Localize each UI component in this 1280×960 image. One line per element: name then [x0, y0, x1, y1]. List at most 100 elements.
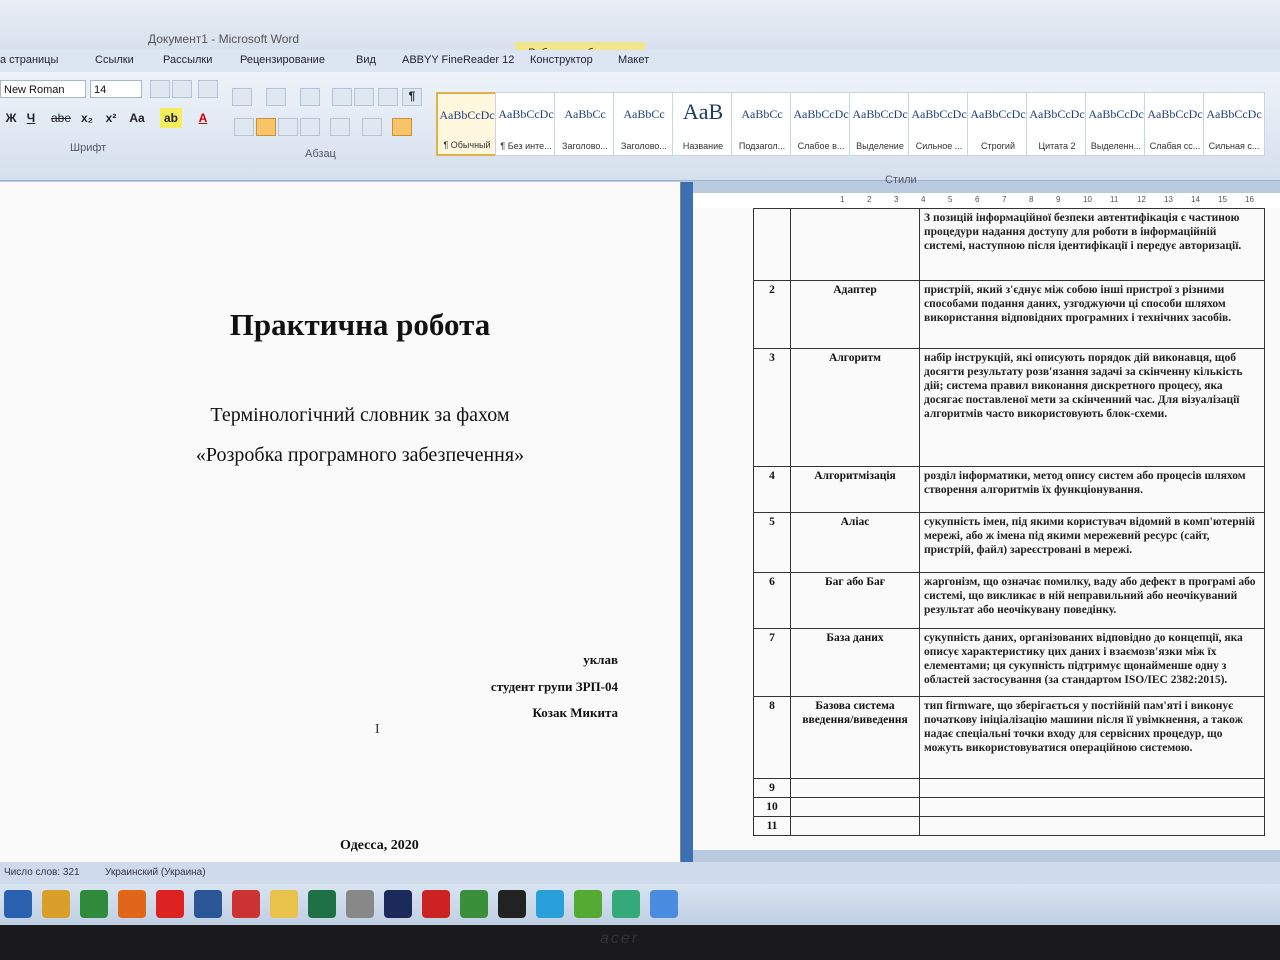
superscript-button[interactable]: x²: [100, 108, 122, 128]
miro-icon[interactable]: [498, 890, 526, 918]
tab-view[interactable]: Вид: [356, 54, 376, 66]
table-cell-term[interactable]: База даних: [790, 628, 920, 697]
table-cell-def[interactable]: [919, 797, 1265, 817]
file-icon[interactable]: [346, 890, 374, 918]
increase-indent-button[interactable]: [354, 88, 374, 106]
tab-abbyy[interactable]: ABBYY FineReader 12: [402, 54, 514, 66]
font-name-field[interactable]: New Roman: [0, 80, 86, 98]
chrome-icon[interactable]: [42, 890, 70, 918]
style-item[interactable]: AaBbCcDc Сильное ...: [908, 92, 970, 156]
show-marks-button[interactable]: ¶: [402, 88, 422, 106]
table-cell-num[interactable]: 2: [753, 280, 791, 349]
highlight-button[interactable]: ab: [160, 108, 182, 128]
line-spacing-button[interactable]: [330, 118, 350, 136]
xls-icon[interactable]: [308, 890, 336, 918]
app4-icon[interactable]: [612, 890, 640, 918]
align-right-button[interactable]: [278, 118, 298, 136]
multilevel-list-button[interactable]: [300, 88, 320, 106]
table-cell-num[interactable]: 10: [753, 797, 791, 817]
table-cell-term[interactable]: Алгоритмізація: [790, 466, 920, 513]
table-cell-def[interactable]: З позицій інформаційної безпеки автентиф…: [919, 208, 1265, 281]
align-center-button[interactable]: [256, 118, 276, 136]
borders-button[interactable]: [392, 118, 412, 136]
style-item[interactable]: AaBbCc Заголово...: [613, 92, 675, 156]
table-cell-term[interactable]: Адаптер: [790, 280, 920, 349]
table-cell-num[interactable]: 7: [753, 628, 791, 697]
opera-icon[interactable]: [156, 890, 184, 918]
table-cell-def[interactable]: сукупність даних, організованих відповід…: [919, 628, 1265, 697]
table-cell-def[interactable]: набір інструкцій, які описують порядок д…: [919, 348, 1265, 467]
align-left-button[interactable]: [234, 118, 254, 136]
style-item[interactable]: AaB Название: [672, 92, 734, 156]
table-cell-term[interactable]: Баг або Бағ: [790, 572, 920, 629]
justify-button[interactable]: [300, 118, 320, 136]
telegram-icon[interactable]: [536, 890, 564, 918]
style-item[interactable]: AaBbCcDc Строгий: [967, 92, 1029, 156]
subscript-button[interactable]: x₂: [76, 108, 98, 128]
table-cell-term[interactable]: Алгоритм: [790, 348, 920, 467]
tab-design[interactable]: Конструктор: [530, 54, 593, 66]
style-item[interactable]: AaBbCcDc Выделенн...: [1085, 92, 1147, 156]
excel-icon[interactable]: [80, 890, 108, 918]
horizontal-ruler[interactable]: 1 2 3 4 5 6 7 8 9 10 11 12 13 14 15 16: [690, 193, 1280, 209]
language-indicator[interactable]: Украинский (Украина): [105, 867, 206, 878]
style-item[interactable]: AaBbCcDc ¶ Обычный: [436, 92, 498, 156]
table-cell-def[interactable]: [919, 778, 1265, 798]
table-cell-def[interactable]: жаргонізм, що означає помилку, ваду або …: [919, 572, 1265, 629]
app2-icon[interactable]: [460, 890, 488, 918]
style-item[interactable]: AaBbCcDc Цитата 2: [1026, 92, 1088, 156]
strikethrough-button[interactable]: abe: [50, 108, 72, 128]
app5-icon[interactable]: [650, 890, 678, 918]
tab-review[interactable]: Рецензирование: [240, 54, 325, 66]
table-cell-num[interactable]: 5: [753, 512, 791, 573]
tab-mailings[interactable]: Рассылки: [163, 54, 212, 66]
table-cell-term[interactable]: [790, 816, 920, 836]
tab-references[interactable]: Ссылки: [95, 54, 134, 66]
table-cell-def[interactable]: пристрій, який з'єднує між собою інші пр…: [919, 280, 1265, 349]
table-cell-term[interactable]: [790, 778, 920, 798]
font-size-field[interactable]: 14: [90, 80, 142, 98]
shading-button[interactable]: [362, 118, 382, 136]
table-cell-def[interactable]: тип firmware, що зберігається у постійні…: [919, 696, 1265, 779]
table-cell-def[interactable]: сукупність імен, під якими користувач ві…: [919, 512, 1265, 573]
table-cell-num[interactable]: 8: [753, 696, 791, 779]
table-cell-num[interactable]: 9: [753, 778, 791, 798]
table-cell-term[interactable]: [790, 797, 920, 817]
tab-page-layout[interactable]: а страницы: [0, 54, 58, 66]
table-cell-term[interactable]: Аліас: [790, 512, 920, 573]
save-icon[interactable]: [4, 890, 32, 918]
font-color-button[interactable]: A: [192, 108, 214, 128]
table-cell-num[interactable]: 3: [753, 348, 791, 467]
app3-icon[interactable]: [574, 890, 602, 918]
bullets-button[interactable]: [232, 88, 252, 106]
style-item[interactable]: AaBbCc Подзагол...: [731, 92, 793, 156]
change-case-button[interactable]: Aa: [126, 108, 148, 128]
style-item[interactable]: AaBbCcDc Слабая сс...: [1144, 92, 1206, 156]
table-cell-num[interactable]: 4: [753, 466, 791, 513]
table-cell-num[interactable]: [753, 208, 791, 281]
table-cell-def[interactable]: [919, 816, 1265, 836]
style-item[interactable]: AaBbCcDc ¶ Без инте...: [495, 92, 557, 156]
underline-button[interactable]: Ч: [20, 108, 42, 128]
clear-format-button[interactable]: [198, 80, 218, 98]
style-item[interactable]: AaBbCcDc Выделение: [849, 92, 911, 156]
folder-icon[interactable]: [270, 890, 298, 918]
style-item[interactable]: AaBbCcDc Слабое в...: [790, 92, 852, 156]
tab-layout[interactable]: Макет: [618, 54, 649, 66]
app-icon[interactable]: [422, 890, 450, 918]
bold-button[interactable]: Ж: [0, 108, 22, 128]
reader-icon[interactable]: [232, 890, 260, 918]
table-cell-num[interactable]: 6: [753, 572, 791, 629]
table-cell-term[interactable]: Базова система введення/виведення: [790, 696, 920, 779]
firefox-icon[interactable]: [118, 890, 146, 918]
decrease-indent-button[interactable]: [332, 88, 352, 106]
table-cell-num[interactable]: 11: [753, 816, 791, 836]
table-cell-term[interactable]: [790, 208, 920, 281]
style-item[interactable]: AaBbCc Заголово...: [554, 92, 616, 156]
numbering-button[interactable]: [266, 88, 286, 106]
grow-font-button[interactable]: [150, 80, 170, 98]
word-count[interactable]: Число слов: 321: [4, 867, 80, 878]
sort-button[interactable]: [378, 88, 398, 106]
photoshop-icon[interactable]: [384, 890, 412, 918]
style-item[interactable]: AaBbCcDc Сильная с...: [1203, 92, 1265, 156]
